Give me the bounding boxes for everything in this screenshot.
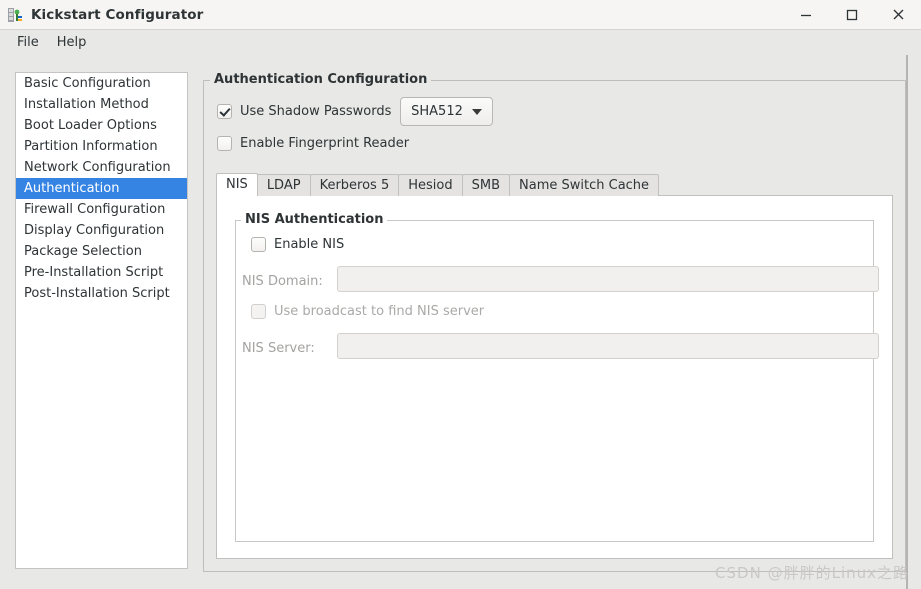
menu-help[interactable]: Help	[48, 33, 96, 52]
nis-server-label: NIS Server:	[242, 341, 315, 356]
vertical-divider	[906, 55, 908, 589]
nis-authentication-group: NIS Authentication Enable NIS NIS Domain…	[235, 212, 874, 542]
nis-domain-input[interactable]	[337, 266, 879, 292]
tab-smb[interactable]: SMB	[462, 174, 510, 196]
nis-server-input[interactable]	[337, 333, 879, 359]
content-area: Basic Configuration Installation Method …	[0, 55, 921, 589]
tab-hesiod[interactable]: Hesiod	[398, 174, 462, 196]
use-shadow-passwords-row[interactable]: Use Shadow Passwords	[217, 104, 391, 119]
use-shadow-passwords-label: Use Shadow Passwords	[240, 104, 391, 119]
sidebar-item-installation-method[interactable]: Installation Method	[16, 94, 187, 115]
enable-nis-row[interactable]: Enable NIS	[251, 237, 344, 252]
hash-algorithm-select[interactable]: SHA512	[400, 97, 493, 126]
maximize-button[interactable]	[829, 0, 875, 29]
group-title: Authentication Configuration	[210, 72, 431, 87]
enable-nis-label: Enable NIS	[274, 237, 344, 252]
enable-fingerprint-reader-row[interactable]: Enable Fingerprint Reader	[217, 136, 409, 151]
tab-nis[interactable]: NIS	[216, 173, 258, 196]
menu-file[interactable]: File	[8, 33, 48, 52]
tab-name-switch-cache[interactable]: Name Switch Cache	[509, 174, 659, 196]
enable-fingerprint-reader-label: Enable Fingerprint Reader	[240, 136, 409, 151]
minimize-button[interactable]	[783, 0, 829, 29]
enable-fingerprint-reader-checkbox[interactable]	[217, 136, 232, 151]
tab-panel-nis: NIS Authentication Enable NIS NIS Domain…	[216, 195, 893, 559]
sidebar-item-partition-information[interactable]: Partition Information	[16, 136, 187, 157]
app-icon	[6, 6, 24, 24]
sidebar-item-post-installation-script[interactable]: Post-Installation Script	[16, 283, 187, 304]
auth-tab-widget: NIS LDAP Kerberos 5 Hesiod SMB Name Swit…	[216, 173, 893, 559]
use-broadcast-label: Use broadcast to find NIS server	[274, 304, 484, 319]
titlebar: Kickstart Configurator	[0, 0, 921, 30]
nis-group-content: Enable NIS NIS Domain: Use broadcast to …	[235, 220, 874, 542]
nis-group-title: NIS Authentication	[241, 212, 387, 227]
window-title: Kickstart Configurator	[31, 7, 203, 23]
sidebar-item-firewall-configuration[interactable]: Firewall Configuration	[16, 199, 187, 220]
authentication-configuration-group: Authentication Configuration Use Shadow …	[203, 72, 906, 572]
group-content: Use Shadow Passwords SHA512 Enable Finge…	[203, 80, 906, 572]
sidebar-item-display-configuration[interactable]: Display Configuration	[16, 220, 187, 241]
chevron-down-icon	[472, 109, 482, 115]
navigation-sidebar[interactable]: Basic Configuration Installation Method …	[15, 72, 188, 569]
close-button[interactable]	[875, 0, 921, 29]
sidebar-item-basic-configuration[interactable]: Basic Configuration	[16, 73, 187, 94]
enable-nis-checkbox[interactable]	[251, 237, 266, 252]
sidebar-item-package-selection[interactable]: Package Selection	[16, 241, 187, 262]
menubar: File Help	[0, 30, 921, 56]
nis-domain-label: NIS Domain:	[242, 274, 323, 289]
use-broadcast-checkbox[interactable]	[251, 304, 266, 319]
tab-strip: NIS LDAP Kerberos 5 Hesiod SMB Name Swit…	[216, 173, 893, 196]
use-shadow-passwords-checkbox[interactable]	[217, 104, 232, 119]
sidebar-item-network-configuration[interactable]: Network Configuration	[16, 157, 187, 178]
window-controls	[783, 0, 921, 29]
sidebar-item-authentication[interactable]: Authentication	[16, 178, 187, 199]
tab-ldap[interactable]: LDAP	[257, 174, 311, 196]
hash-algorithm-value: SHA512	[411, 104, 463, 119]
tab-kerberos-5[interactable]: Kerberos 5	[310, 174, 400, 196]
sidebar-item-pre-installation-script[interactable]: Pre-Installation Script	[16, 262, 187, 283]
sidebar-item-boot-loader-options[interactable]: Boot Loader Options	[16, 115, 187, 136]
use-broadcast-row[interactable]: Use broadcast to find NIS server	[251, 304, 484, 319]
right-rail	[906, 55, 921, 589]
